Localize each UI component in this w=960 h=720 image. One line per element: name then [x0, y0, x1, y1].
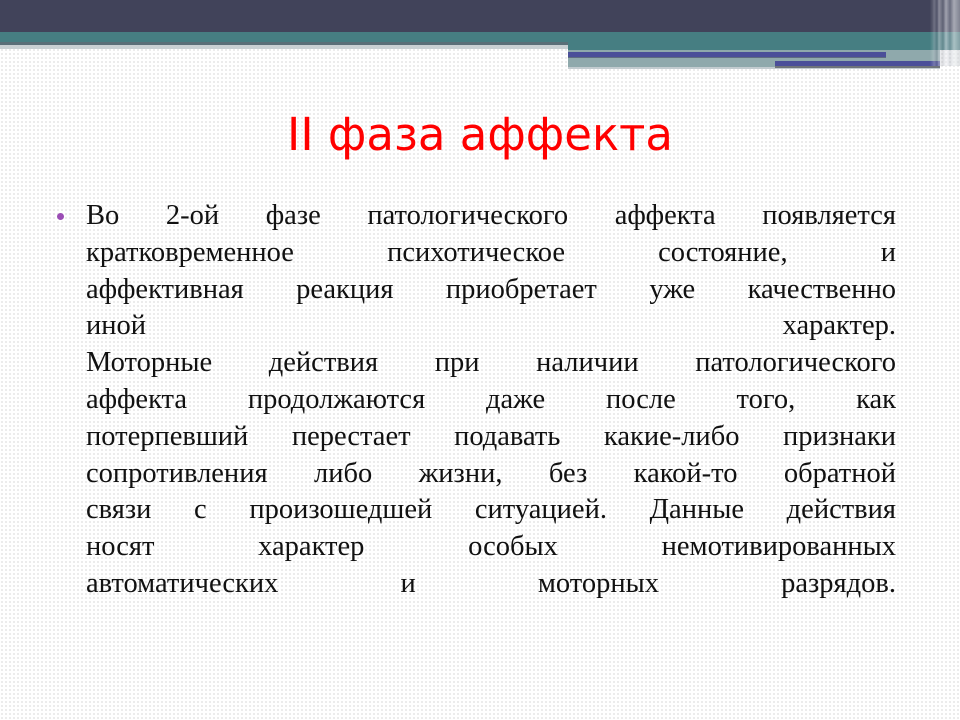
paragraph-line: Моторные действия при наличии патологиче… — [86, 347, 896, 379]
paragraph-line: потерпевший перестает подавать какие-либ… — [86, 420, 896, 452]
paragraph-line: аффекта продолжаются даже после того, ка… — [86, 383, 896, 415]
paragraph-line: носят характер особых немотивированных — [86, 531, 896, 563]
paragraph-line: кратковременное психотическое состояние,… — [86, 236, 896, 268]
bullet-paragraph: Во 2-ой фазе патологического аффекта поя… — [86, 198, 896, 603]
bullet-dot-icon — [57, 213, 64, 220]
paragraph-line: сопротивления либо жизни, без какой-то о… — [86, 457, 896, 489]
paragraph-line: аффективная реакция приобретает уже каче… — [86, 273, 896, 305]
header-accent-line-lower-shadow — [775, 66, 940, 68]
header-teal-band-right — [568, 32, 960, 50]
paragraph-line: автоматических и моторных разрядов. — [86, 567, 896, 599]
header-dark-band — [0, 0, 960, 32]
paragraph-line: связи с произошедшей ситуацией. Данные д… — [86, 494, 896, 526]
paragraph-line: иной характер. — [86, 310, 896, 342]
header-teal-band-left-highlight — [0, 45, 568, 49]
slide-title: II фаза аффекта — [287, 108, 673, 161]
header-teal-band-left — [0, 32, 568, 42]
header-accent-line-upper-shadow — [568, 57, 886, 58]
header-right-stripes — [930, 0, 960, 66]
paragraph-line: Во 2-ой фазе патологического аффекта поя… — [86, 200, 896, 231]
